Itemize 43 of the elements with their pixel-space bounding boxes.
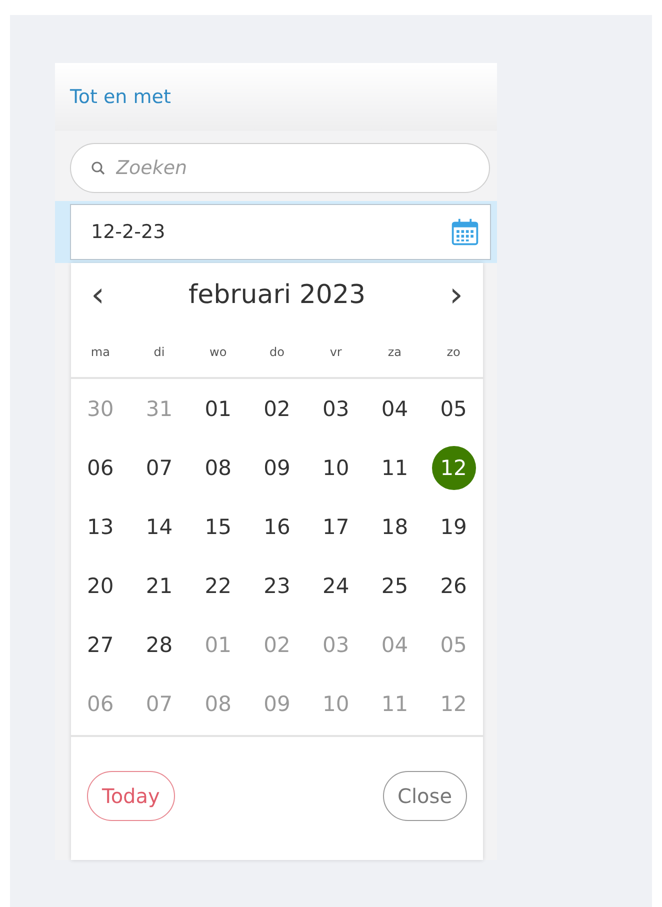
- date-field[interactable]: 12-2-23: [70, 204, 491, 260]
- next-month-button[interactable]: ›: [443, 278, 469, 312]
- day-cell[interactable]: 14: [137, 504, 182, 548]
- weekday-label: wo: [210, 345, 227, 359]
- weekday-label: ma: [90, 345, 110, 359]
- selected-day[interactable]: 12: [432, 446, 476, 490]
- month-title: februari 2023: [188, 280, 366, 310]
- day-cell[interactable]: 24: [314, 564, 358, 608]
- day-cell[interactable]: 03: [314, 386, 358, 430]
- weekday-label: zo: [446, 345, 460, 359]
- day-cell[interactable]: 09: [254, 446, 299, 490]
- day-cell[interactable]: 01: [196, 386, 240, 430]
- day-cell[interactable]: 21: [137, 564, 182, 608]
- day-cell[interactable]: 18: [372, 504, 417, 548]
- day-cell[interactable]: 28: [137, 622, 182, 666]
- close-button[interactable]: Close: [382, 771, 467, 821]
- day-cell[interactable]: 20: [78, 564, 122, 608]
- day-cell[interactable]: 27: [78, 622, 122, 666]
- calendar-icon[interactable]: [450, 217, 480, 247]
- day-cell[interactable]: 13: [78, 504, 122, 548]
- day-cell[interactable]: 04: [372, 386, 417, 430]
- day-cell[interactable]: 26: [432, 564, 476, 608]
- day-cell[interactable]: 07: [137, 446, 182, 490]
- day-cell[interactable]: 19: [432, 504, 476, 548]
- day-cell[interactable]: 17: [314, 504, 358, 548]
- today-button[interactable]: Today: [87, 771, 175, 821]
- previous-month-button[interactable]: ‹: [85, 278, 111, 312]
- day-cell[interactable]: 16: [254, 504, 299, 548]
- day-cell[interactable]: 06: [78, 446, 122, 490]
- day-cell[interactable]: 15: [196, 504, 240, 548]
- weekday-label: do: [270, 345, 284, 359]
- day-cell[interactable]: 05: [432, 386, 476, 430]
- day-cell[interactable]: 02: [254, 386, 299, 430]
- day-cell[interactable]: 11: [372, 446, 417, 490]
- day-cell[interactable]: 23: [254, 564, 299, 608]
- weekday-label: di: [154, 345, 165, 359]
- day-cell[interactable]: 10: [314, 446, 358, 490]
- day-cell[interactable]: 25: [372, 564, 417, 608]
- day-cell[interactable]: 22: [196, 564, 240, 608]
- day-cell[interactable]: 08: [196, 446, 240, 490]
- weekday-label: vr: [330, 345, 342, 359]
- weekday-label: za: [388, 345, 402, 359]
- header-title: Tot en met: [70, 86, 171, 108]
